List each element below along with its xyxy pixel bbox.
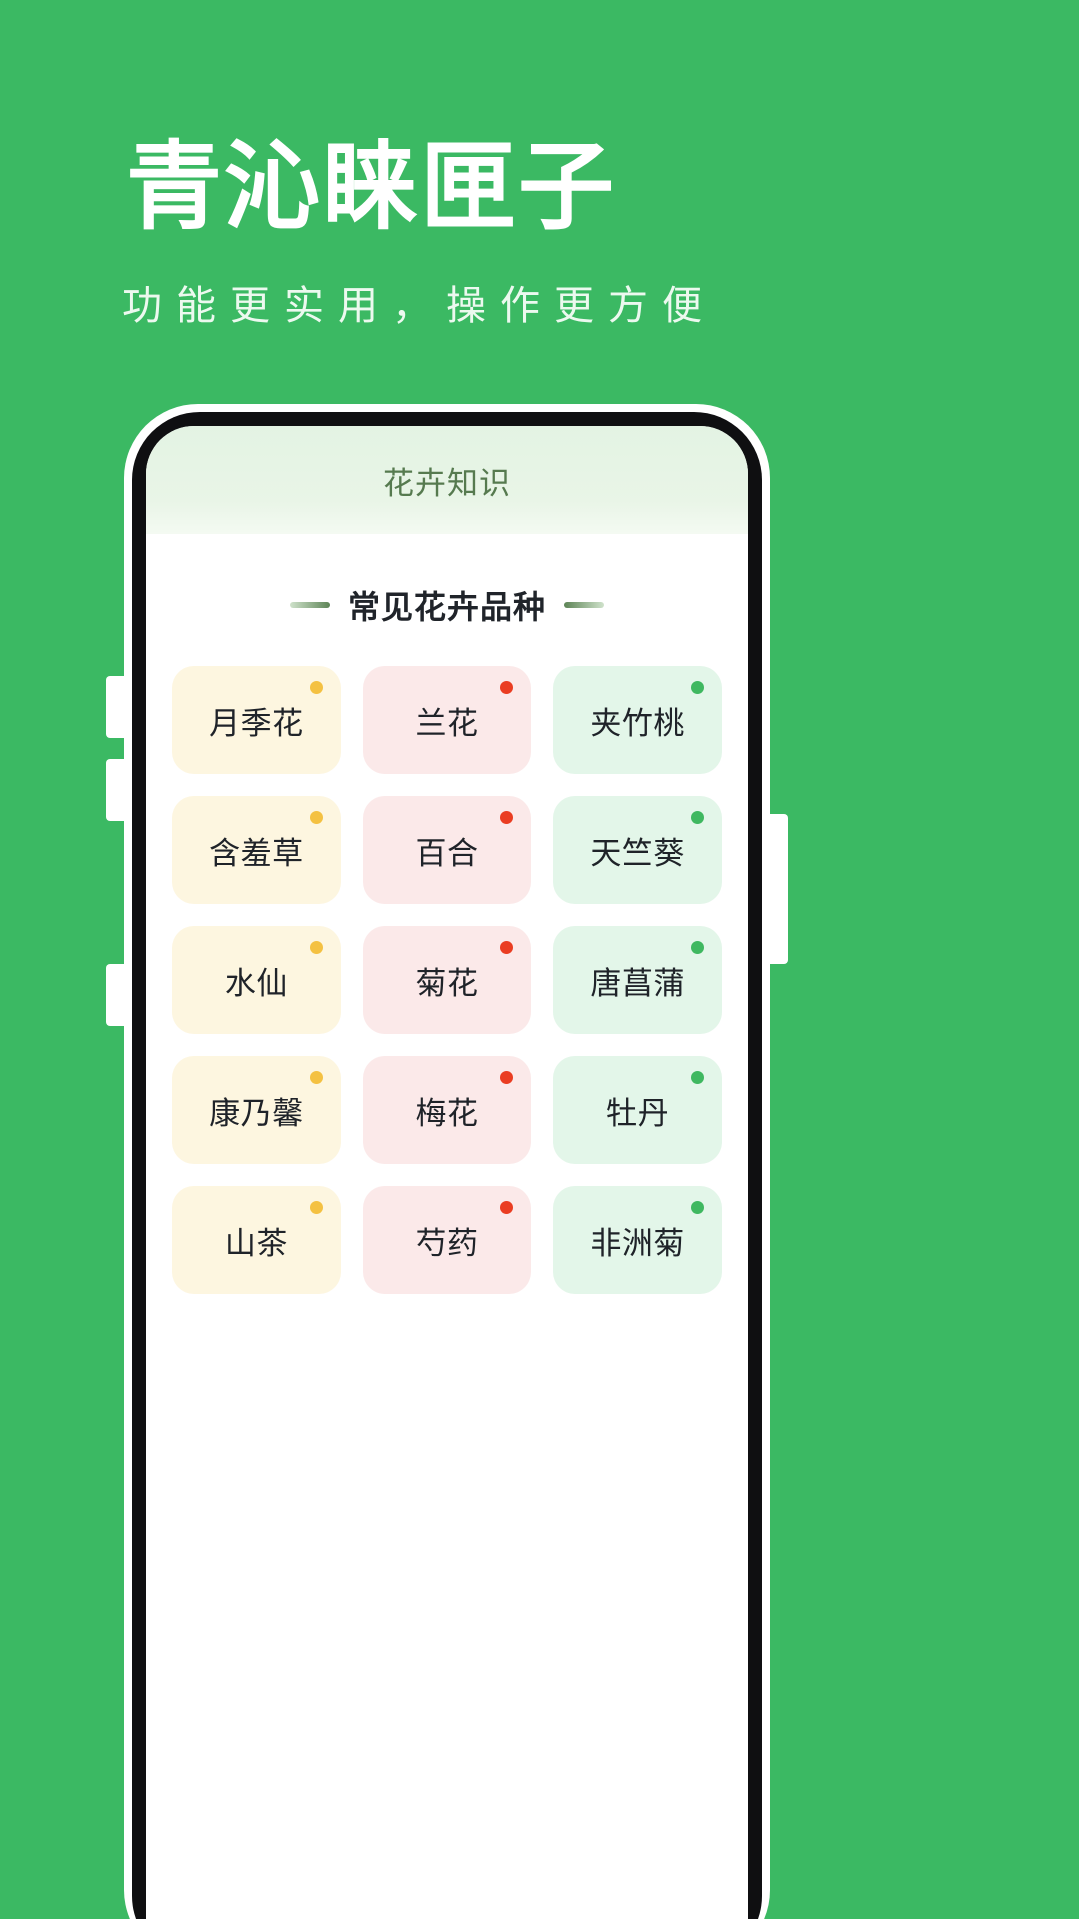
- section-title: 常见花卉品种: [347, 589, 546, 625]
- flower-card-label: 牡丹: [606, 1095, 670, 1131]
- app-header: 花卉知识: [146, 426, 748, 534]
- page-title: 青沁睐匣子: [126, 134, 616, 241]
- flower-card[interactable]: 山茶: [172, 1186, 341, 1294]
- status-dot-icon: [309, 941, 323, 954]
- flower-card[interactable]: 唐菖蒲: [553, 926, 722, 1034]
- flower-card[interactable]: 兰花: [362, 666, 532, 774]
- status-dot-icon: [691, 811, 704, 824]
- status-dot-icon: [691, 1201, 704, 1214]
- status-dot-icon: [691, 1071, 704, 1084]
- status-dot-icon: [309, 1201, 323, 1214]
- flower-card-label: 天竺葵: [590, 835, 685, 871]
- dash-left-icon: [289, 602, 330, 608]
- flower-card-label: 夹竹桃: [590, 705, 685, 741]
- dash-right-icon: [564, 602, 604, 608]
- flower-card-label: 非洲菊: [590, 1225, 685, 1261]
- flower-card[interactable]: 牡丹: [553, 1056, 722, 1164]
- flower-card-label: 芍药: [415, 1225, 479, 1261]
- flower-card-label: 梅花: [415, 1095, 479, 1131]
- flower-card-label: 山茶: [224, 1225, 288, 1261]
- flower-card[interactable]: 康乃馨: [172, 1056, 341, 1164]
- mute-switch[interactable]: [106, 964, 126, 1026]
- flower-card[interactable]: 非洲菊: [553, 1186, 722, 1294]
- flower-card-grid: 月季花 兰花 夹竹桃含羞草 百合 天竺葵水仙 菊花 唐菖蒲康乃馨 梅花 牡丹山茶 芍药 非洲菊: [146, 654, 748, 1294]
- phone-screen: 花卉知识 常见花卉品种 月季花 兰花 夹竹桃含羞草 百合 天竺葵水仙 菊花 唐菖蒲康乃馨 梅花…: [146, 426, 748, 1919]
- flower-card-label: 月季花: [209, 705, 304, 741]
- flower-card[interactable]: 水仙: [172, 926, 341, 1034]
- power-button[interactable]: [768, 814, 788, 964]
- status-dot-icon: [309, 1071, 323, 1084]
- flower-card[interactable]: 天竺葵: [553, 796, 722, 904]
- flower-card-label: 康乃馨: [209, 1095, 304, 1131]
- flower-card-label: 菊花: [415, 965, 479, 1001]
- promo-screenshot: 青沁睐匣子 功能更实用，操作更方便 花卉知识 常见花卉品种 月季花 兰花 夹竹桃含羞…: [0, 0, 1079, 1919]
- flower-card[interactable]: 含羞草: [172, 796, 341, 904]
- flower-card[interactable]: 夹竹桃: [553, 666, 722, 774]
- flower-card[interactable]: 梅花: [362, 1056, 532, 1164]
- promo-header: 青沁睐匣子 功能更实用，操作更方便: [0, 0, 1079, 331]
- flower-card-label: 百合: [415, 835, 479, 871]
- app-content: 常见花卉品种 月季花 兰花 夹竹桃含羞草 百合 天竺葵水仙 菊花 唐菖蒲康乃馨 梅花 牡丹山茶 芍…: [146, 534, 748, 1919]
- flower-card[interactable]: 芍药: [362, 1186, 532, 1294]
- flower-card-label: 含羞草: [209, 835, 304, 871]
- app-header-title: 花卉知识: [383, 465, 511, 501]
- promo-subtitle: 功能更实用，操作更方便: [122, 283, 716, 328]
- flower-card-label: 兰花: [415, 705, 479, 741]
- flower-card-label: 唐菖蒲: [590, 965, 685, 1001]
- flower-card[interactable]: 菊花: [362, 926, 532, 1034]
- flower-card-label: 水仙: [224, 965, 288, 1001]
- status-dot-icon: [691, 681, 704, 694]
- status-dot-icon: [500, 1201, 514, 1214]
- volume-down-button[interactable]: [106, 759, 126, 821]
- status-dot-icon: [500, 811, 514, 824]
- status-dot-icon: [500, 681, 514, 694]
- flower-card[interactable]: 月季花: [172, 666, 341, 774]
- volume-up-button[interactable]: [106, 676, 126, 738]
- status-dot-icon: [309, 681, 323, 694]
- status-dot-icon: [309, 811, 323, 824]
- status-dot-icon: [691, 941, 704, 954]
- status-dot-icon: [500, 941, 514, 954]
- flower-card[interactable]: 百合: [362, 796, 532, 904]
- section-header: 常见花卉品种: [146, 534, 748, 654]
- phone-mockup: 花卉知识 常见花卉品种 月季花 兰花 夹竹桃含羞草 百合 天竺葵水仙 菊花 唐菖蒲康乃馨 梅花…: [106, 404, 788, 1919]
- status-dot-icon: [500, 1071, 514, 1084]
